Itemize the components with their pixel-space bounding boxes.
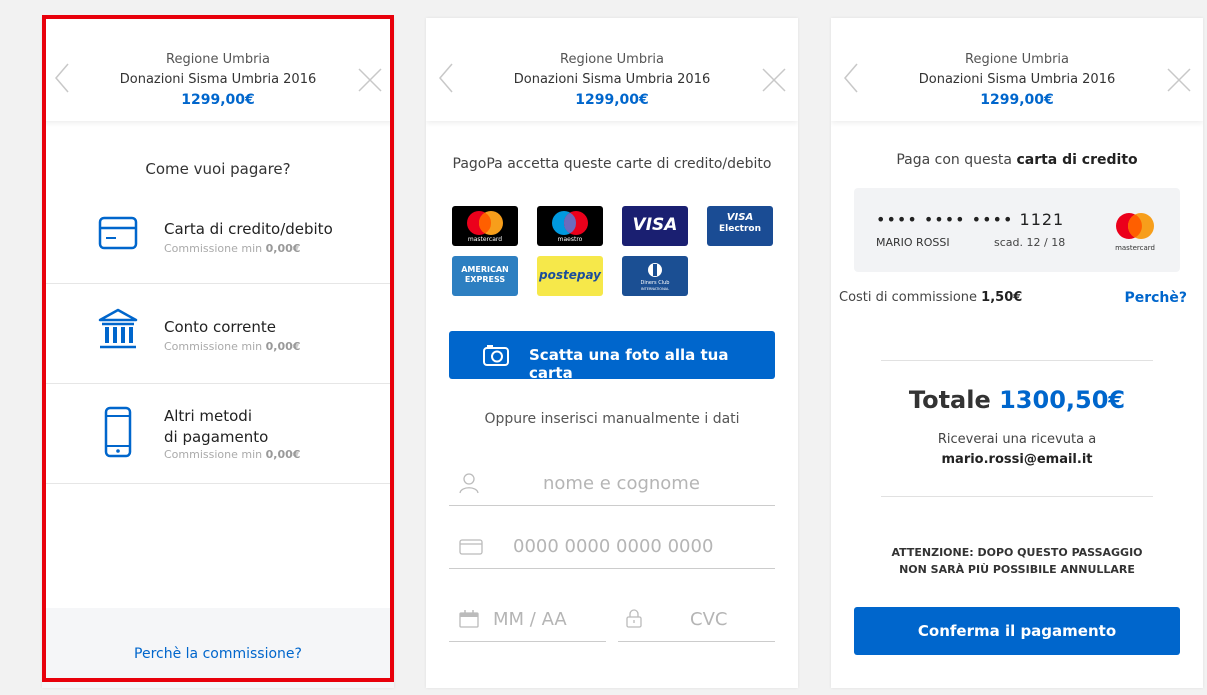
accepted-cards-title: PagoPa accetta queste carte di credito/d… — [452, 156, 772, 172]
payment-question: Come vuoi pagare? — [145, 160, 291, 178]
payment-header: Regione Umbria Donazioni Sisma Umbria 20… — [42, 18, 394, 121]
service-name: Donazioni Sisma Umbria 2016 — [513, 72, 711, 87]
smartphone-icon — [98, 406, 138, 458]
name-field[interactable]: nome e cognome — [449, 460, 775, 506]
organization-name: Regione Umbria — [965, 52, 1069, 67]
service-name: Donazioni Sisma Umbria 2016 — [119, 72, 317, 87]
divider — [881, 360, 1153, 361]
total-amount: Totale 1300,50€ — [908, 386, 1126, 414]
diners-line1: Diners Club — [640, 280, 670, 286]
mastercard-logo: mastercard — [1107, 210, 1163, 254]
mastercard-text: mastercard — [467, 236, 503, 243]
payment-header: Regione Umbria Donazioni Sisma Umbria 20… — [426, 18, 798, 121]
maestro-text: maestro — [557, 236, 583, 243]
commission-info-link[interactable]: Perchè la commissione? — [42, 646, 394, 662]
cvc-field[interactable]: CVC — [618, 596, 775, 642]
close-icon[interactable] — [358, 68, 382, 92]
payment-header: Regione Umbria Donazioni Sisma Umbria 20… — [831, 18, 1203, 121]
card-brand-text: mastercard — [1115, 244, 1155, 252]
name-placeholder: nome e cognome — [543, 473, 700, 494]
method-other[interactable]: Altri metodi di pagamento Commissione mi… — [42, 384, 394, 484]
visa-electron-logo: VISA Electron — [707, 206, 773, 246]
commission-footer: Perchè la commissione? — [42, 608, 394, 688]
mastercard-logo: mastercard — [452, 206, 518, 246]
card-number: •••• •••• •••• 1121 — [876, 210, 1065, 229]
card-entry-screen: Regione Umbria Donazioni Sisma Umbria 20… — [426, 18, 798, 688]
receipt-text: Riceverai una ricevuta a — [937, 432, 1097, 447]
close-icon[interactable] — [762, 68, 786, 92]
service-name: Donazioni Sisma Umbria 2016 — [918, 72, 1116, 87]
visa-logo: VISA — [622, 206, 688, 246]
method-commission: Commissione min 0,00€ — [164, 340, 301, 353]
organization-name: Regione Umbria — [560, 52, 664, 67]
bank-icon — [98, 308, 138, 352]
scan-card-button[interactable]: Scatta una foto alla tua carta — [449, 331, 775, 382]
card-number-field[interactable]: 0000 0000 0000 0000 — [449, 523, 775, 569]
diners-line2: INTERNATIONAL — [640, 287, 670, 291]
method-title-line1: Altri metodi — [164, 407, 253, 425]
card-holder: MARIO ROSSI — [876, 236, 950, 249]
payment-amount: 1299,00€ — [575, 92, 649, 108]
commission-label: Costi di commissione 1,50€ — [839, 290, 1023, 305]
user-icon — [459, 472, 479, 498]
warning-text: ATTENZIONE: DOPO QUESTO PASSAGGIO NON SA… — [891, 546, 1143, 576]
confirm-payment-button[interactable]: Conferma il pagamento — [854, 607, 1180, 655]
camera-icon — [483, 344, 509, 370]
method-commission: Commissione min 0,00€ — [164, 448, 301, 461]
visa-electron-top: VISA — [726, 212, 754, 223]
expiry-field[interactable]: MM / AA — [449, 596, 606, 642]
organization-name: Regione Umbria — [166, 52, 270, 67]
amex-line1: AMERICAN — [461, 265, 509, 274]
selected-card-title: Paga con questa carta di credito — [896, 152, 1138, 168]
scan-card-label: Scatta una foto alla tua carta — [529, 346, 729, 382]
payment-amount: 1299,00€ — [980, 92, 1054, 108]
card-icon — [459, 539, 483, 559]
close-icon[interactable] — [1167, 68, 1191, 92]
diners-logo: Diners Club INTERNATIONAL — [622, 256, 688, 296]
card-number-placeholder: 0000 0000 0000 0000 — [513, 536, 714, 557]
amex-logo: AMERICAN EXPRESS — [452, 256, 518, 296]
divider — [881, 496, 1153, 497]
selected-card[interactable]: •••• •••• •••• 1121 MARIO ROSSI scad. 12… — [854, 188, 1180, 272]
method-title: Conto corrente — [164, 318, 276, 336]
method-title: Altri metodi di pagamento — [164, 406, 268, 448]
credit-card-icon — [98, 216, 138, 260]
calendar-icon — [459, 610, 479, 632]
postepay-logo: postepay — [537, 256, 603, 296]
method-title-line2: di pagamento — [164, 428, 269, 446]
confirm-payment-screen: Regione Umbria Donazioni Sisma Umbria 20… — [831, 18, 1203, 688]
lock-icon — [626, 608, 642, 632]
payment-amount: 1299,00€ — [181, 92, 255, 108]
manual-entry-text: Oppure inserisci manualmente i dati — [484, 411, 740, 427]
visa-electron-bottom: Electron — [718, 224, 761, 234]
maestro-logo: maestro — [537, 206, 603, 246]
method-bank-account[interactable]: Conto corrente Commissione min 0,00€ — [42, 284, 394, 384]
receipt-info: Riceverai una ricevuta a mario.rossi@ema… — [831, 430, 1203, 470]
card-expiry: scad. 12 / 18 — [994, 236, 1066, 249]
method-title: Carta di credito/debito — [164, 220, 333, 238]
expiry-placeholder: MM / AA — [493, 609, 567, 630]
postepay-text: postepay — [539, 268, 601, 282]
method-commission: Commissione min 0,00€ — [164, 242, 301, 255]
visa-text: VISA — [632, 215, 678, 235]
cvc-placeholder: CVC — [690, 609, 728, 630]
amex-line2: EXPRESS — [464, 275, 506, 284]
method-credit-card[interactable]: Carta di credito/debito Commissione min … — [42, 184, 394, 284]
receipt-email: mario.rossi@email.it — [941, 452, 1093, 467]
commission-why-link[interactable]: Perchè? — [1124, 290, 1187, 306]
payment-method-screen: Regione Umbria Donazioni Sisma Umbria 20… — [42, 18, 394, 688]
